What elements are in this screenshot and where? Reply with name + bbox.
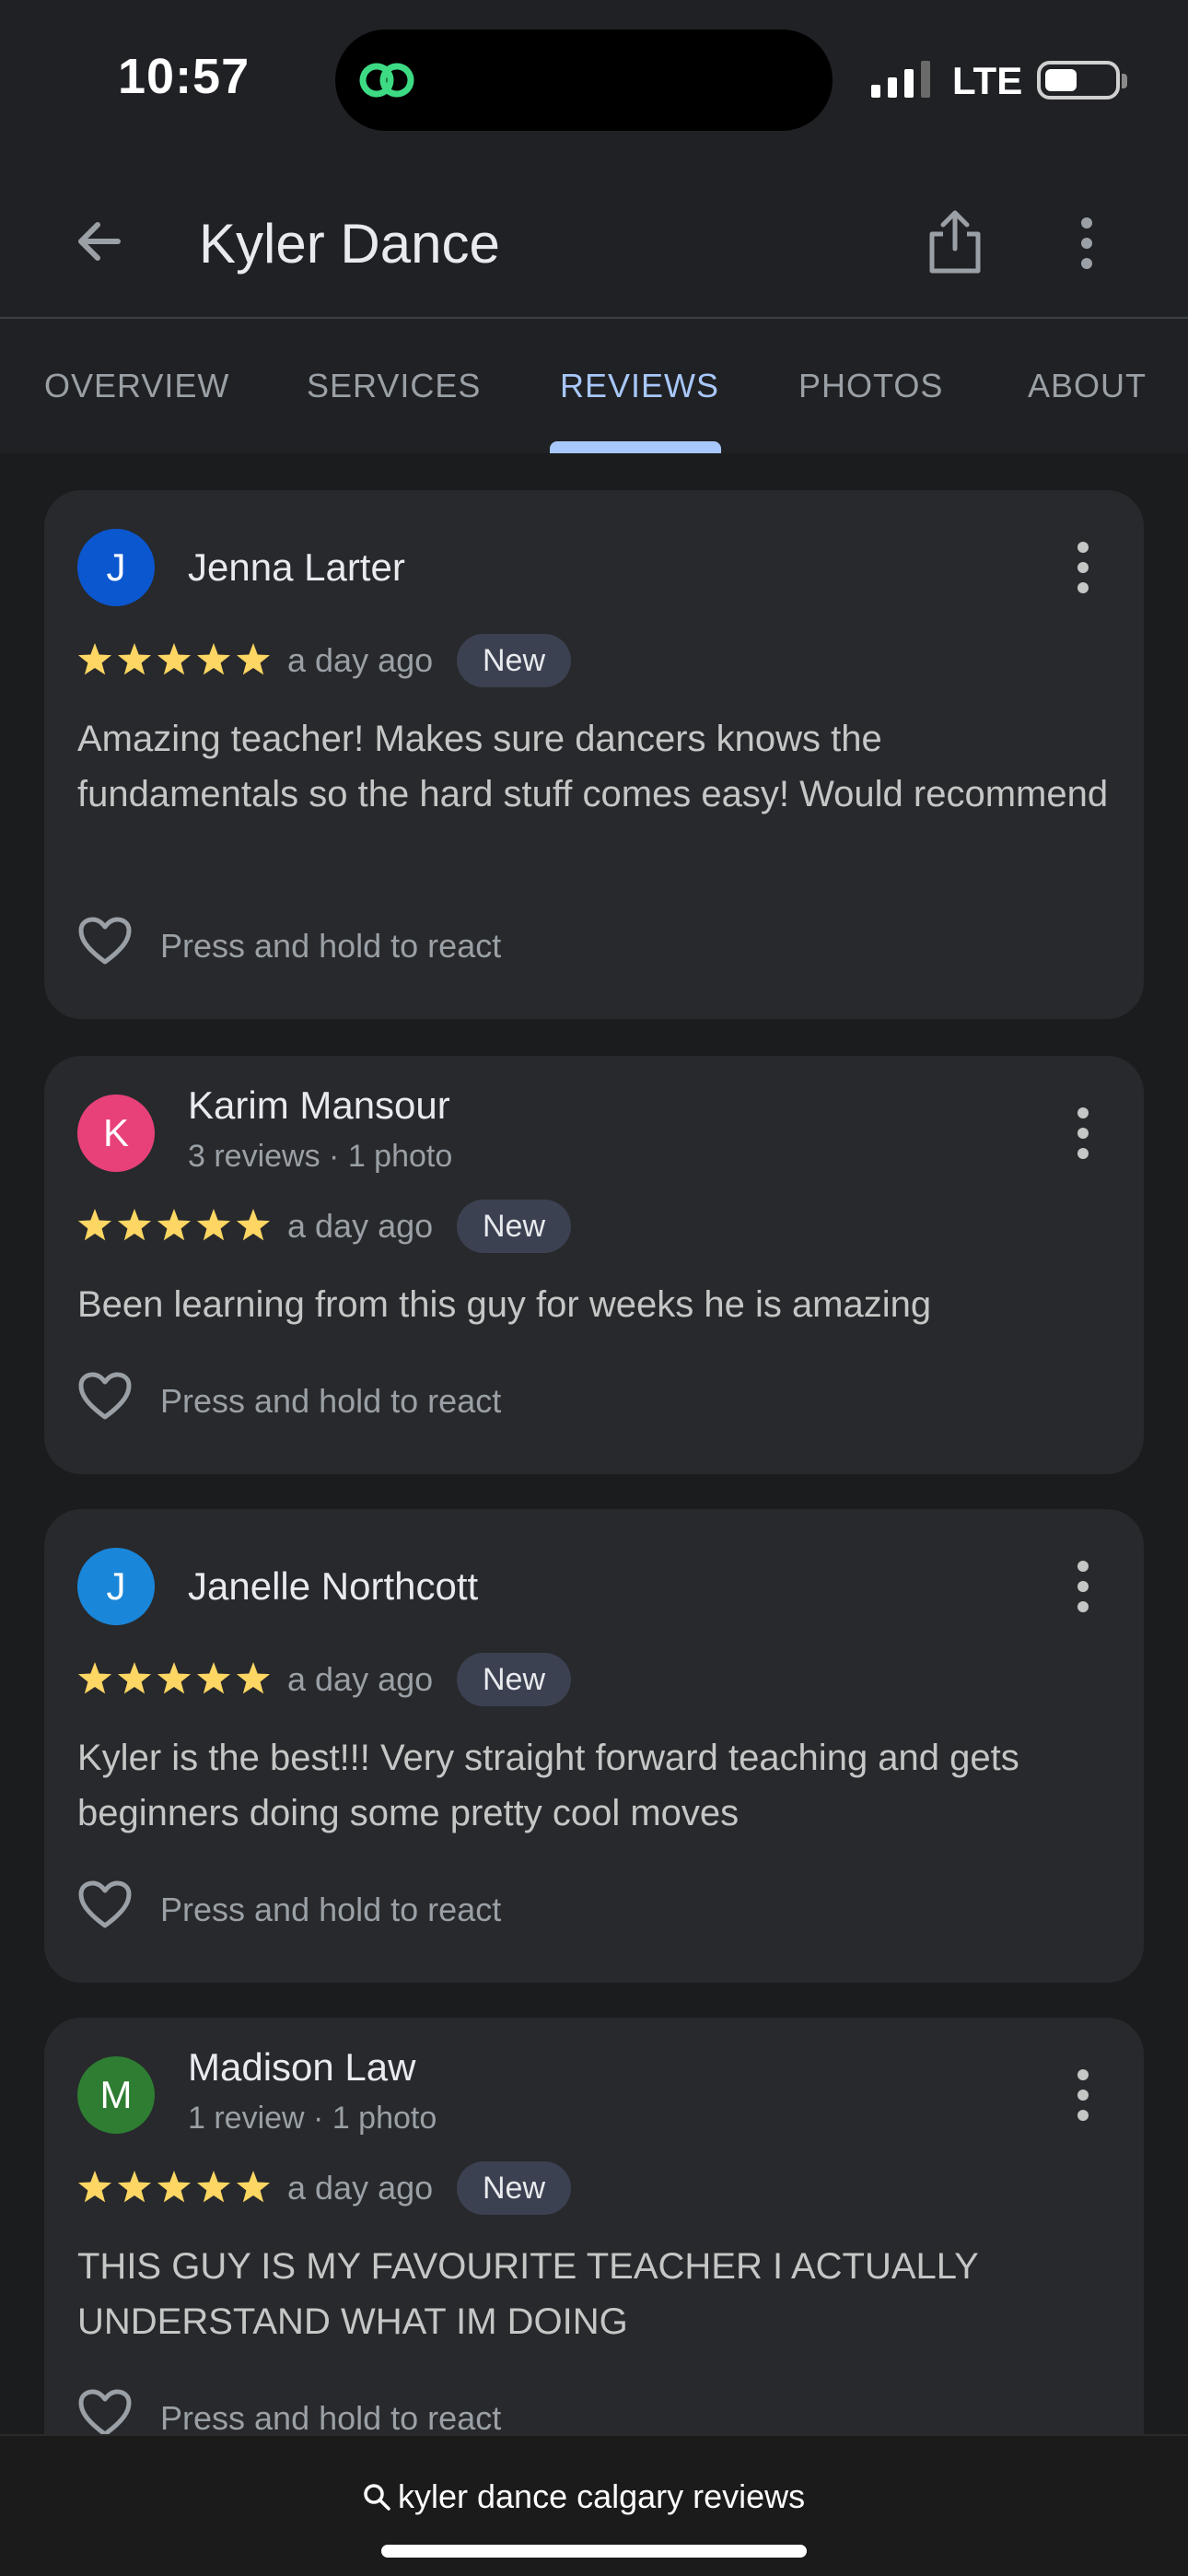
home-indicator[interactable] [381, 2545, 807, 2558]
star-icon [117, 643, 152, 675]
star-icon [77, 643, 112, 675]
review-time: a day ago [287, 1660, 434, 1698]
star-icon [117, 1209, 152, 1241]
tab-about[interactable]: ABOUT [1028, 367, 1147, 405]
review-time: a day ago [287, 1207, 434, 1245]
avatar[interactable]: K [77, 1095, 155, 1172]
tab-photos[interactable]: PHOTOS [798, 367, 943, 405]
react-hint: Press and hold to react [160, 1382, 502, 1420]
avatar[interactable]: M [77, 2056, 155, 2134]
heart-icon[interactable] [77, 1371, 133, 1423]
new-badge: New [457, 1653, 571, 1706]
reviewer-meta: 1 review · 1 photo [188, 2101, 437, 2136]
more-options-icon[interactable] [1065, 2062, 1101, 2128]
react-hint: Press and hold to react [160, 1891, 502, 1928]
back-arrow-icon[interactable] [66, 208, 133, 275]
review-text: Kyler is the best!!! Very straight forwa… [77, 1738, 1019, 1833]
reviewer-name[interactable]: Karim Mansour [188, 1083, 450, 1128]
star-icon [157, 1209, 192, 1241]
review-card: J Jenna Larter a day ago New Amazing tea… [44, 490, 1144, 1019]
reviewer-name[interactable]: Jenna Larter [188, 545, 405, 590]
app-header: Kyler Dance [0, 166, 1188, 317]
star-icon [196, 643, 231, 675]
battery-cap [1122, 74, 1127, 88]
new-badge: New [457, 2161, 571, 2215]
review-time: a day ago [287, 641, 434, 679]
status-time: 10:57 [118, 49, 250, 104]
review-text: THIS GUY IS MY FAVOURITE TEACHER I ACTUA… [77, 2246, 979, 2342]
react-hint: Press and hold to react [160, 2399, 502, 2434]
reviews-feed[interactable]: J Jenna Larter a day ago New Amazing tea… [0, 453, 1188, 2434]
star-icon [236, 1662, 271, 1694]
react-hint: Press and hold to react [160, 927, 502, 965]
star-icon [77, 1662, 112, 1694]
battery-icon [1037, 61, 1120, 100]
more-options-icon[interactable] [1065, 1100, 1101, 1166]
network-type: LTE [952, 59, 1023, 102]
review-text: Amazing teacher! Makes sure dancers know… [77, 719, 1109, 814]
star-icon [157, 2171, 192, 2203]
link-activity-icon [359, 63, 414, 98]
dynamic-island [335, 29, 833, 131]
tab-services[interactable]: SERVICES [307, 367, 481, 405]
bottom-search-bar: kyler dance calgary reviews [0, 2434, 1188, 2576]
star-icon [236, 2171, 271, 2203]
search-icon [364, 2484, 390, 2511]
star-icon [196, 2171, 231, 2203]
reviewer-name[interactable]: Janelle Northcott [188, 1564, 478, 1609]
avatar[interactable]: J [77, 1548, 155, 1625]
review-time: a day ago [287, 2169, 434, 2207]
star-icon [77, 1209, 112, 1241]
tab-bar: OVERVIEW SERVICES REVIEWS PHOTOS ABOUT [0, 319, 1188, 453]
heart-icon[interactable] [77, 2388, 133, 2434]
star-rating [77, 1209, 271, 1241]
new-badge: New [457, 1200, 571, 1253]
star-icon [196, 1662, 231, 1694]
review-card: K Karim Mansour 3 reviews · 1 photo a da… [44, 1056, 1144, 1474]
reviewer-meta: 3 reviews · 1 photo [188, 1139, 453, 1174]
heart-icon[interactable] [77, 916, 133, 967]
new-badge: New [457, 634, 571, 687]
star-icon [77, 2171, 112, 2203]
page-title: Kyler Dance [199, 213, 500, 275]
more-options-icon[interactable] [1057, 210, 1116, 276]
status-bar: 10:57 LTE [0, 0, 1188, 166]
star-icon [236, 1209, 271, 1241]
heart-icon[interactable] [77, 1879, 133, 1931]
star-icon [196, 1209, 231, 1241]
star-icon [117, 1662, 152, 1694]
star-rating [77, 1662, 271, 1694]
review-card: J Janelle Northcott a day ago New Kyler … [44, 1509, 1144, 1983]
star-rating [77, 643, 271, 675]
star-icon [236, 643, 271, 675]
star-icon [157, 643, 192, 675]
avatar[interactable]: J [77, 529, 155, 606]
more-options-icon[interactable] [1065, 534, 1101, 601]
cellular-signal-icon [871, 61, 930, 98]
review-text: Been learning from this guy for weeks he… [77, 1284, 932, 1325]
tab-reviews[interactable]: REVIEWS [560, 367, 719, 405]
share-icon[interactable] [923, 206, 987, 276]
review-card: M Madison Law 1 review · 1 photo a day a… [44, 2018, 1144, 2434]
active-tab-indicator [550, 441, 721, 453]
reviewer-name[interactable]: Madison Law [188, 2045, 415, 2090]
search-query: kyler dance calgary reviews [398, 2477, 806, 2515]
star-icon [157, 1662, 192, 1694]
search-pill[interactable]: kyler dance calgary reviews [361, 2471, 805, 2523]
star-icon [117, 2171, 152, 2203]
tab-overview[interactable]: OVERVIEW [44, 367, 229, 405]
star-rating [77, 2171, 271, 2203]
more-options-icon[interactable] [1065, 1553, 1101, 1620]
